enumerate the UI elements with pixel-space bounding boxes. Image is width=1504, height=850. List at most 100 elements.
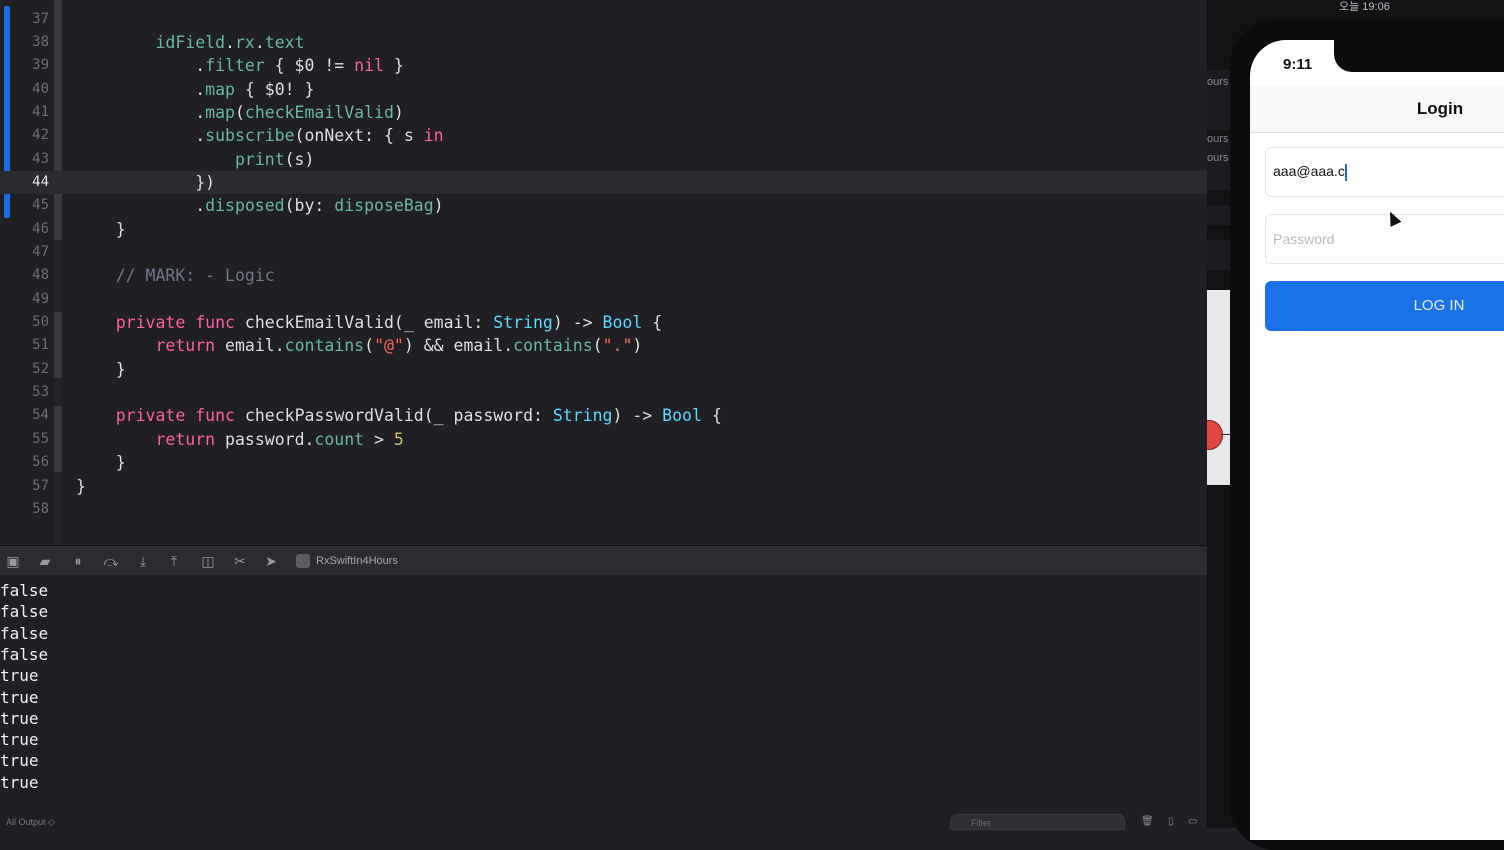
console-line: false <box>0 623 49 643</box>
breakpoints-toggle-icon[interactable]: ▰ <box>36 552 54 570</box>
code-line[interactable]: 39 .filter { $0 != nil } <box>0 54 1207 77</box>
text-caret <box>1344 163 1347 181</box>
panel-icon[interactable]: ▭ <box>1188 816 1200 828</box>
login-button[interactable]: LOG IN <box>1265 281 1504 331</box>
hide-debug-area-icon[interactable]: ▣ <box>4 552 22 570</box>
step-into-icon[interactable]: ⤓ <box>134 552 152 570</box>
background-text: ours <box>1207 152 1229 164</box>
code-text: print(s) <box>76 148 314 171</box>
line-number: 51 <box>32 337 49 354</box>
code-token: private <box>115 313 186 333</box>
code-text: // MARK: - Logic <box>76 264 275 287</box>
code-line[interactable]: 46 } <box>0 218 1207 241</box>
line-number: 53 <box>32 384 49 401</box>
code-token: checkEmailValid <box>244 102 394 122</box>
code-line[interactable]: 55 return password.count > 5 <box>0 428 1207 451</box>
code-token: ) && email. <box>403 336 514 356</box>
code-editor[interactable]: 37 38 idField.rx.text 39 .filter { $0 != n… <box>0 0 1207 545</box>
code-text: private func checkEmailValid(_ email: St… <box>76 311 662 334</box>
code-line[interactable]: 47 <box>0 241 1207 264</box>
code-line[interactable]: 42 .subscribe(onNext: { s in <box>0 124 1207 147</box>
code-token: . <box>76 79 206 99</box>
code-line[interactable]: 54 private func checkPasswordValid(_ pas… <box>0 404 1207 427</box>
console-line: true <box>0 772 39 792</box>
code-token: "." <box>602 336 633 356</box>
code-text: .filter { $0 != nil } <box>76 54 404 77</box>
line-number: 45 <box>32 197 49 214</box>
split-view-icon[interactable]: ▯ <box>1168 816 1180 828</box>
code-line[interactable]: 53 <box>0 381 1207 404</box>
line-number: 58 <box>32 500 49 517</box>
code-token: return <box>155 429 216 449</box>
code-token: } <box>76 453 126 473</box>
code-line[interactable]: 52 } <box>0 358 1207 381</box>
code-line[interactable]: 57} <box>0 475 1207 498</box>
step-out-icon[interactable]: ⤒ <box>165 552 183 570</box>
code-token: checkPasswordValid(_ password: <box>234 406 553 426</box>
code-line[interactable]: 58 <box>0 498 1207 521</box>
code-text: .map(checkEmailValid) <box>76 101 404 124</box>
code-line[interactable]: 41 .map(checkEmailValid) <box>0 101 1207 124</box>
code-line[interactable]: 56 } <box>0 451 1207 474</box>
code-token: print <box>234 149 285 169</box>
pause-icon[interactable]: ⏸ <box>69 552 87 570</box>
code-token: } <box>76 476 86 496</box>
login-button-label: LOG IN <box>1413 297 1465 314</box>
password-field[interactable]: Password <box>1265 214 1504 264</box>
console-footer: All Output ◇ Filter 🗑 ▯ ▭ <box>0 814 1207 830</box>
code-line[interactable]: 45 .disposed(by: disposeBag) <box>0 194 1207 217</box>
debug-toolbar: ▣ ▰ ⏸ ⤼ ⤓ ⤒ ◫ ✂ ➤ RxSwiftIn4Hours <box>0 545 1207 576</box>
simulator-screen[interactable]: 9:11 Login aaa@aaa.c Password LOG IN <box>1250 40 1504 840</box>
code-line[interactable]: 37 <box>0 8 1207 31</box>
menu-clock: 오늘 19:06 <box>1339 1 1390 13</box>
line-number: 52 <box>32 360 49 377</box>
code-token: (s) <box>284 149 315 169</box>
line-number: 47 <box>32 244 49 260</box>
output-selector[interactable]: All Output ◇ <box>6 817 55 828</box>
filter-placeholder: Filter <box>971 818 991 828</box>
background-text: ours <box>1207 76 1229 88</box>
code-token: filter <box>205 56 265 76</box>
code-line[interactable]: 48 // MARK: - Logic <box>0 264 1207 287</box>
code-token: contains <box>513 336 593 356</box>
code-line[interactable]: 51 return email.contains("@") && email.c… <box>0 334 1207 357</box>
code-token: { <box>642 313 663 333</box>
line-number: 48 <box>32 267 49 284</box>
line-number: 42 <box>32 127 49 144</box>
console-line: false <box>0 644 49 664</box>
email-field[interactable]: aaa@aaa.c <box>1265 147 1504 197</box>
simulate-location-icon[interactable]: ➤ <box>262 552 280 570</box>
code-token: in <box>423 126 444 146</box>
code-text: .subscribe(onNext: { s in <box>76 124 444 147</box>
code-token: map <box>205 102 235 122</box>
code-line[interactable]: 49 <box>0 288 1207 311</box>
step-over-icon[interactable]: ⤼ <box>102 552 120 570</box>
code-token: rx <box>234 32 255 52</box>
code-token: . <box>225 32 235 52</box>
app-icon <box>296 554 310 569</box>
trash-icon[interactable]: 🗑 <box>1141 816 1154 828</box>
code-token: count <box>314 429 365 449</box>
code-token: { $0 != <box>264 56 355 76</box>
code-line[interactable]: 43 print(s) <box>0 148 1207 171</box>
code-line[interactable]: 50 private func checkEmailValid(_ email:… <box>0 311 1207 334</box>
code-token: . <box>254 32 265 52</box>
memory-graph-icon[interactable]: ✂ <box>231 552 249 570</box>
console-line: true <box>0 666 39 686</box>
code-text: } <box>76 218 126 241</box>
code-token: func <box>195 406 235 426</box>
code-line[interactable]: 38 idField.rx.text <box>0 31 1207 54</box>
console-output[interactable]: false false false false true true true true true… <box>0 575 1207 830</box>
code-line[interactable]: 40 .map { $0! } <box>0 78 1207 101</box>
code-line[interactable]: 44 }) <box>0 170 1207 195</box>
code-token: return <box>155 336 216 356</box>
view-hierarchy-icon[interactable]: ◫ <box>199 552 217 570</box>
scheme-label: RxSwiftIn4Hours <box>316 555 398 567</box>
code-token: } <box>76 219 126 239</box>
code-token: (by: <box>284 196 335 216</box>
